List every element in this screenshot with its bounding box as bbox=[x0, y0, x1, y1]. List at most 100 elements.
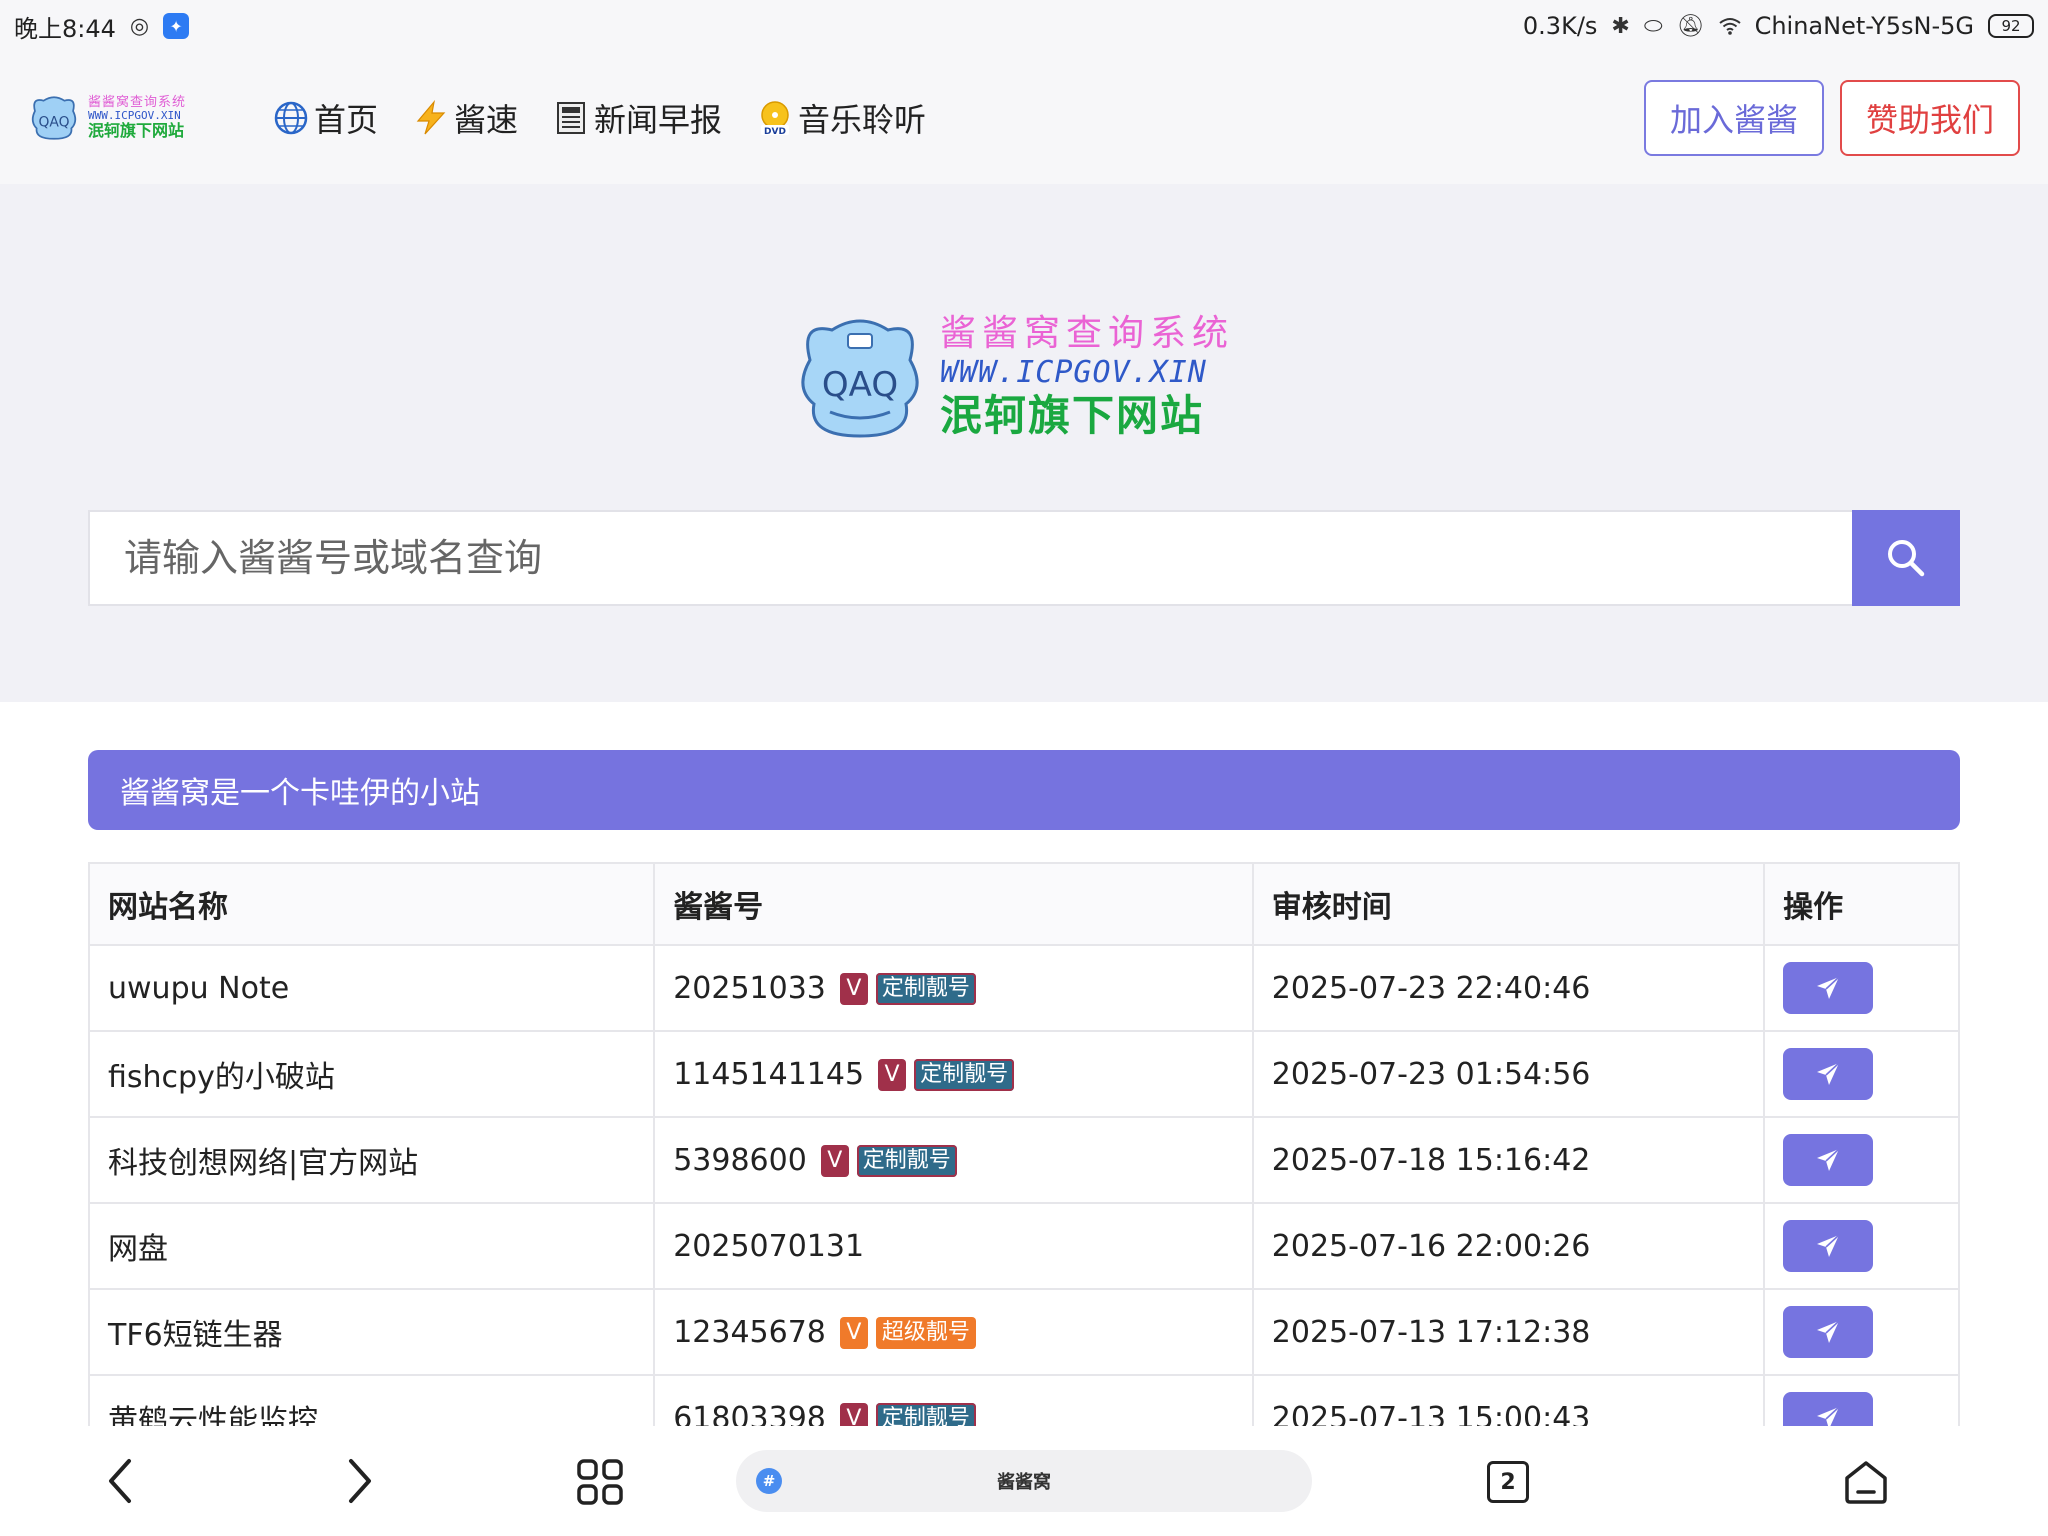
tabs-button[interactable]: 2 bbox=[1484, 1458, 1532, 1506]
table-row: fishcpy的小破站 1145141145 V 定制靓号 2025-07-23 01:… bbox=[88, 1030, 1960, 1118]
cell-review-time: 2025-07-23 01:54:56 bbox=[1251, 1030, 1766, 1118]
column-header-number: 酱酱号 bbox=[653, 862, 1254, 946]
send-icon bbox=[1817, 1148, 1840, 1171]
cell-review-time: 2025-07-16 22:00:26 bbox=[1251, 1202, 1766, 1290]
grid-menu-icon bbox=[577, 1459, 623, 1505]
toggle-icon: ⬭ bbox=[1643, 13, 1663, 39]
nav-item-music[interactable]: DVD 音乐聆听 bbox=[756, 95, 926, 141]
nav-label: 音乐聆听 bbox=[798, 101, 927, 139]
address-bar[interactable]: # 酱酱窝 bbox=[736, 1450, 1312, 1512]
site-table-container[interactable]: 网站名称 酱酱号 审核时间 操作 uwupu Note 20251033 V 定制靓号… bbox=[88, 862, 1960, 1426]
wifi-name: ChinaNet-Y5sN-5G bbox=[1754, 12, 1974, 40]
cell-review-time: 2025-07-13 17:12:38 bbox=[1251, 1288, 1766, 1376]
nav-item-home[interactable]: 首页 bbox=[272, 95, 378, 141]
forward-button[interactable] bbox=[336, 1456, 384, 1506]
svg-text:DVD: DVD bbox=[764, 127, 786, 136]
tab-count: 2 bbox=[1487, 1461, 1529, 1503]
cell-review-time: 2025-07-18 15:16:42 bbox=[1251, 1116, 1766, 1204]
table-header-row: 网站名称 酱酱号 审核时间 操作 bbox=[88, 862, 1960, 946]
vip-badge: V bbox=[820, 1145, 849, 1177]
visit-site-button[interactable] bbox=[1783, 1392, 1874, 1426]
site-logo[interactable]: QAQ 酱酱窝查询系统 WWW.ICPGOV.XIN 泯轲旗下网站 bbox=[28, 93, 218, 143]
table-row: 科技创想网络|官方网站 5398600 V 定制靓号 2025-07-18 15:16:… bbox=[88, 1116, 1960, 1204]
nav-label: 首页 bbox=[314, 101, 379, 139]
net-speed: 0.3K/s bbox=[1522, 12, 1598, 40]
back-button[interactable] bbox=[96, 1456, 144, 1506]
hero-logo-line-3: 泯轲旗下网站 bbox=[940, 391, 1205, 441]
jiang-number: 5398600 bbox=[673, 1142, 807, 1178]
number-type-badge: 定制靓号 bbox=[875, 1403, 976, 1426]
svg-text:QAQ: QAQ bbox=[38, 115, 69, 131]
table-row: uwupu Note 20251033 V 定制靓号 2025-07-23 22:40:… bbox=[88, 944, 1960, 1032]
chevron-right-icon bbox=[349, 1459, 371, 1503]
cell-action bbox=[1763, 1030, 1960, 1118]
menu-button[interactable] bbox=[574, 1456, 626, 1508]
site-favicon-icon: # bbox=[756, 1468, 782, 1494]
top-navigation: QAQ 酱酱窝查询系统 WWW.ICPGOV.XIN 泯轲旗下网站 首页 酱速 … bbox=[0, 52, 2048, 184]
wifi-icon bbox=[1718, 17, 1741, 35]
banner-text: 酱酱窝是一个卡哇伊的小站 bbox=[120, 776, 480, 811]
status-bar: 晚上8:44 ◎ ✦ 0.3K/s ✱ ⬭ 🔕︎ ChinaNet-Y5sN-5… bbox=[0, 0, 2048, 52]
mascot-logo-icon: QAQ bbox=[31, 96, 77, 140]
donate-button[interactable]: 赞助我们 bbox=[1839, 80, 2020, 156]
join-button[interactable]: 加入酱酱 bbox=[1643, 80, 1824, 156]
logo-line-3: 泯轲旗下网站 bbox=[88, 121, 185, 141]
cell-site-name: fishcpy的小破站 bbox=[88, 1030, 656, 1118]
cell-site-name: TF6短链生器 bbox=[88, 1288, 656, 1376]
visit-site-button[interactable] bbox=[1783, 1048, 1874, 1100]
logo-line-1: 酱酱窝查询系统 bbox=[88, 95, 187, 110]
send-icon bbox=[1817, 976, 1840, 999]
search-input[interactable] bbox=[88, 510, 1852, 606]
visit-site-button[interactable] bbox=[1783, 1220, 1874, 1272]
jiang-number: 2025070131 bbox=[673, 1228, 865, 1264]
send-icon bbox=[1817, 1406, 1840, 1426]
cell-action bbox=[1763, 1374, 1960, 1426]
cell-site-name: uwupu Note bbox=[88, 944, 656, 1032]
status-time: 晚上8:44 bbox=[14, 14, 116, 43]
search-bar bbox=[88, 510, 1960, 606]
search-icon bbox=[1888, 540, 1925, 577]
svg-text:QAQ: QAQ bbox=[822, 365, 898, 405]
cell-jiang-number: 12345678 V 超级靓号 bbox=[653, 1288, 1254, 1376]
mute-icon: 🔕︎ bbox=[1676, 13, 1705, 39]
visit-site-button[interactable] bbox=[1783, 1306, 1874, 1358]
number-type-badge: 定制靓号 bbox=[914, 1059, 1015, 1091]
nav-item-news[interactable]: 新闻早报 bbox=[552, 95, 722, 141]
vip-badge: V bbox=[878, 1059, 907, 1091]
home-icon bbox=[1845, 1461, 1887, 1504]
browser-bottom-bar: # 酱酱窝 2 bbox=[0, 1426, 2048, 1536]
battery-icon: 92 bbox=[1988, 14, 2034, 38]
cell-jiang-number: 20251033 V 定制靓号 bbox=[653, 944, 1254, 1032]
visit-site-button[interactable] bbox=[1783, 1134, 1874, 1186]
number-type-badge: 超级靓号 bbox=[875, 1317, 976, 1349]
search-button[interactable] bbox=[1852, 510, 1960, 606]
newspaper-icon bbox=[552, 99, 590, 137]
column-header-name: 网站名称 bbox=[88, 862, 656, 946]
visit-site-button[interactable] bbox=[1783, 962, 1874, 1014]
dvd-icon: DVD bbox=[756, 99, 794, 137]
sync-icon: ◎ bbox=[129, 13, 150, 39]
nav-item-speed[interactable]: 酱速 bbox=[412, 95, 518, 141]
table-row: 网盘 2025070131 2025-07-16 22:00:26 bbox=[88, 1202, 1960, 1290]
vip-badge: V bbox=[839, 1317, 868, 1349]
cell-jiang-number: 5398600 V 定制靓号 bbox=[653, 1116, 1254, 1204]
jiang-number: 20251033 bbox=[673, 970, 826, 1006]
announcement-banner: 酱酱窝是一个卡哇伊的小站 bbox=[88, 750, 1960, 830]
cell-site-name: 科技创想网络|官方网站 bbox=[88, 1116, 656, 1204]
cell-site-name: 网盘 bbox=[88, 1202, 656, 1290]
number-type-badge: 定制靓号 bbox=[875, 973, 976, 1005]
bluetooth-icon: ✱ bbox=[1611, 13, 1630, 39]
main-nav: 首页 酱速 新闻早报 DVD 音乐聆听 bbox=[272, 95, 926, 141]
table-body: uwupu Note 20251033 V 定制靓号 2025-07-23 22:40:… bbox=[88, 944, 1960, 1427]
globe-icon bbox=[272, 99, 310, 137]
number-type-badge: 定制靓号 bbox=[856, 1145, 957, 1177]
cell-review-time: 2025-07-13 15:00:43 bbox=[1251, 1374, 1766, 1426]
nav-label: 酱速 bbox=[454, 101, 519, 139]
cell-action bbox=[1763, 1202, 1960, 1290]
mascot-logo-icon: QAQ bbox=[801, 319, 919, 438]
jiang-number: 1145141145 bbox=[673, 1056, 865, 1092]
cell-site-name: 黄鹤云性能监控 bbox=[88, 1374, 656, 1426]
jiang-number: 61803398 bbox=[673, 1400, 826, 1427]
home-button[interactable] bbox=[1840, 1456, 1892, 1508]
lightning-icon bbox=[412, 99, 450, 137]
